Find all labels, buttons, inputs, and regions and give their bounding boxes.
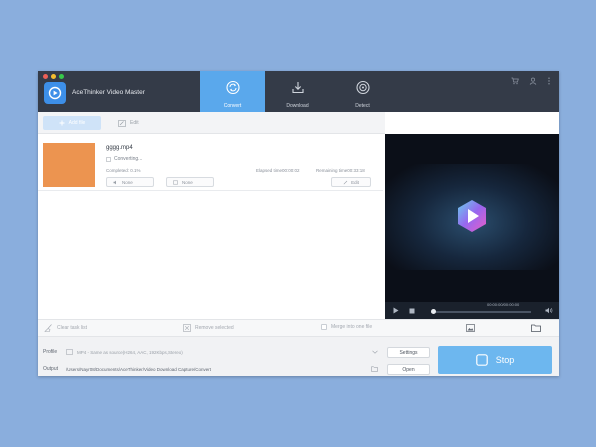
task-edit-button[interactable]: Edit — [331, 177, 371, 187]
profile-label: Profile — [43, 349, 58, 355]
audio-track-value: None — [122, 179, 133, 185]
action-bar: Clear task list Remove selected Merge in… — [38, 319, 559, 337]
audio-track-select[interactable]: None — [106, 177, 154, 187]
audio-icon — [113, 180, 116, 184]
add-file-button[interactable]: Add file — [43, 116, 101, 130]
task-elapsed: Elapsed time00:00:02 — [256, 168, 300, 173]
video-format-icon — [66, 349, 73, 355]
top-right-icons — [511, 77, 551, 85]
chevron-down-icon — [372, 350, 378, 354]
app-title: AceThinker Video Master — [72, 89, 145, 96]
subtitle-icon — [173, 180, 178, 184]
tab-convert-label: Convert — [223, 103, 242, 109]
profile-value: MP4 - Same as source(H264, AAC, 192Kbps,… — [77, 349, 183, 355]
download-icon — [291, 82, 304, 94]
detect-icon — [355, 80, 370, 95]
video-preview — [385, 164, 559, 270]
merge-checkbox-box[interactable] — [321, 324, 327, 330]
more-icon[interactable] — [547, 77, 551, 85]
task-edit-label: Edit — [351, 179, 359, 185]
window-controls — [43, 74, 64, 79]
converting-spinner-icon — [106, 156, 111, 162]
folder-icon[interactable] — [531, 324, 541, 332]
output-path-field[interactable]: /Users/Nayr08/Documents/AceThinker/Video… — [64, 364, 382, 374]
maximize-window-button[interactable] — [59, 74, 64, 79]
stop-square-icon — [475, 354, 488, 366]
profile-select[interactable]: MP4 - Same as source(H264, AAC, 192Kbps,… — [64, 346, 382, 358]
stop-icon[interactable] — [409, 308, 415, 314]
output-path: /Users/Nayr08/Documents/AceThinker/Video… — [66, 366, 211, 372]
convert-icon — [225, 80, 240, 95]
task-completed: Completed: 0.1% — [106, 168, 141, 173]
tab-convert[interactable]: Convert — [200, 71, 265, 112]
task-remaining: Remaining time00:33:18 — [316, 168, 365, 173]
settings-button[interactable]: Settings — [387, 347, 430, 358]
user-icon[interactable] — [529, 77, 537, 85]
toolbar: Add file Edit — [38, 112, 385, 134]
task-status-text: Converting... — [114, 156, 143, 162]
task-row[interactable]: gggg.mp4 Converting... Completed: 0.1% E… — [38, 136, 383, 191]
snapshot-icon[interactable] — [466, 324, 475, 332]
folder-icon[interactable] — [371, 366, 378, 372]
file-list: gggg.mp4 Converting... Completed: 0.1% E… — [38, 134, 385, 319]
edit-icon — [118, 119, 126, 127]
merge-label: Merge into one file — [331, 324, 373, 330]
tab-detect[interactable]: Detect — [330, 71, 395, 112]
seek-handle[interactable] — [431, 309, 436, 314]
subtitle-value: None — [182, 179, 193, 185]
volume-icon[interactable] — [545, 307, 553, 314]
tab-download[interactable]: Download — [265, 71, 330, 112]
remove-selected-label: Remove selected — [195, 325, 234, 331]
tab-detect-label: Detect — [355, 103, 370, 109]
tab-download-label: Download — [286, 103, 309, 109]
merge-checkbox[interactable]: Merge into one file — [321, 324, 372, 330]
minimize-window-button[interactable] — [51, 74, 56, 79]
footer: Profile MP4 - Same as source(H264, AAC, … — [38, 337, 559, 376]
play-logo-icon — [458, 200, 486, 232]
player-timecode: 00:00:00/00:00:00 — [487, 302, 520, 307]
edit-button[interactable]: Edit — [118, 116, 139, 130]
cart-icon[interactable] — [511, 77, 519, 85]
top-bar: AceThinker Video Master Convert Download… — [38, 71, 559, 112]
play-icon[interactable] — [393, 307, 399, 314]
remove-icon — [183, 324, 191, 332]
preview-player: 00:00:00/00:00:00 — [385, 134, 559, 319]
task-status: Converting... — [106, 156, 142, 162]
subtitle-select[interactable]: None — [166, 177, 214, 187]
add-file-label: Add file — [68, 120, 86, 126]
video-thumbnail — [43, 143, 95, 187]
app-logo — [44, 82, 66, 104]
stop-label: Stop — [495, 355, 515, 365]
remove-selected-button[interactable]: Remove selected — [183, 324, 234, 332]
broom-icon — [44, 324, 52, 332]
task-filename: gggg.mp4 — [106, 145, 133, 151]
seek-bar[interactable] — [431, 311, 531, 313]
edit-icon — [343, 180, 348, 184]
open-button[interactable]: Open — [387, 364, 430, 375]
plus-icon — [59, 120, 65, 126]
clear-task-list-button[interactable]: Clear task list — [44, 324, 87, 332]
edit-label: Edit — [130, 120, 139, 126]
close-window-button[interactable] — [43, 74, 48, 79]
stop-button[interactable]: Stop — [438, 346, 552, 374]
output-label: Output — [43, 366, 59, 372]
clear-task-list-label: Clear task list — [57, 325, 88, 331]
app-window: AceThinker Video Master Convert Download… — [38, 71, 559, 376]
